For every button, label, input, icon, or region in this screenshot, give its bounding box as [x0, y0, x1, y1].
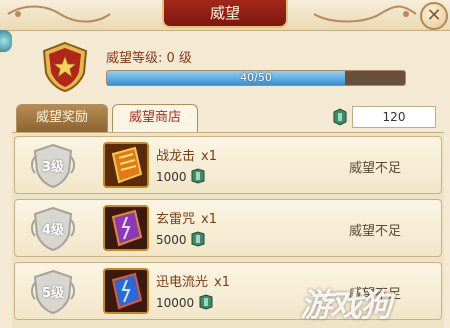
tab-reputation-shop[interactable]: 威望商店 [112, 104, 198, 132]
level-badge-text: 3级 [41, 160, 65, 175]
tab-reputation-rewards[interactable]: 威望奖励 [16, 104, 108, 132]
reputation-window: 威望 ✕ 威望等级: 0 级 40/50 威望奖励 威望商店 120 3级 战龙… [0, 0, 450, 328]
close-button[interactable]: ✕ [420, 2, 448, 30]
side-gem-decoration [0, 30, 12, 52]
close-icon: ✕ [426, 5, 442, 26]
reputation-level-value: 0 级 [166, 51, 192, 66]
jade-coin-icon [191, 168, 205, 184]
item-name: 玄雷咒 x1 [156, 208, 217, 227]
item-name: 战龙击 x1 [156, 145, 217, 164]
reputation-currency-amount: 120 [352, 106, 436, 128]
item-quantity: x1 [214, 275, 230, 290]
item-name: 迅电流光 x1 [156, 271, 230, 290]
reputation-progress-text: 40/50 [240, 71, 272, 84]
item-icon-slot[interactable] [103, 142, 149, 188]
item-name-text: 迅电流光 [156, 275, 209, 290]
item-quantity: x1 [201, 212, 217, 227]
item-icon-slot[interactable] [103, 205, 149, 251]
jade-coin-icon [199, 294, 213, 310]
left-ornament-icon [7, 5, 111, 23]
window-title: 威望 [162, 0, 288, 28]
reputation-progress-bar: 40/50 [106, 70, 406, 86]
reputation-level-label: 威望等级: [106, 51, 163, 66]
item-price: 10000 [156, 296, 195, 310]
reputation-level: 威望等级: 0 级 [106, 47, 192, 66]
right-ornament-icon [313, 5, 417, 23]
orange-skill-book-icon [105, 144, 147, 186]
purple-lightning-book-icon [105, 207, 147, 249]
level-badge-text: 4级 [41, 223, 65, 238]
item-price: 1000 [156, 170, 187, 184]
item-price: 5000 [156, 233, 187, 247]
jade-coin-icon [191, 231, 205, 247]
item-quantity: x1 [201, 149, 217, 164]
item-status: 威望不足 [348, 161, 401, 176]
watermark-logo: 游戏狗 [300, 286, 392, 324]
shop-item-row[interactable]: 4级 玄雷咒 x1 5000 威望不足 [14, 199, 442, 257]
reputation-shield-icon [42, 41, 88, 93]
item-name-text: 战龙击 [156, 149, 196, 164]
level-badge-text: 5级 [41, 286, 65, 301]
blue-lightning-book-icon [105, 270, 147, 312]
title-bar: 威望 ✕ [0, 0, 450, 31]
item-icon-slot[interactable] [103, 268, 149, 314]
jade-coin-icon [333, 108, 347, 126]
shop-item-row[interactable]: 3级 战龙击 x1 1000 威望不足 [14, 136, 442, 194]
item-name-text: 玄雷咒 [156, 212, 196, 227]
item-status: 威望不足 [348, 224, 401, 239]
